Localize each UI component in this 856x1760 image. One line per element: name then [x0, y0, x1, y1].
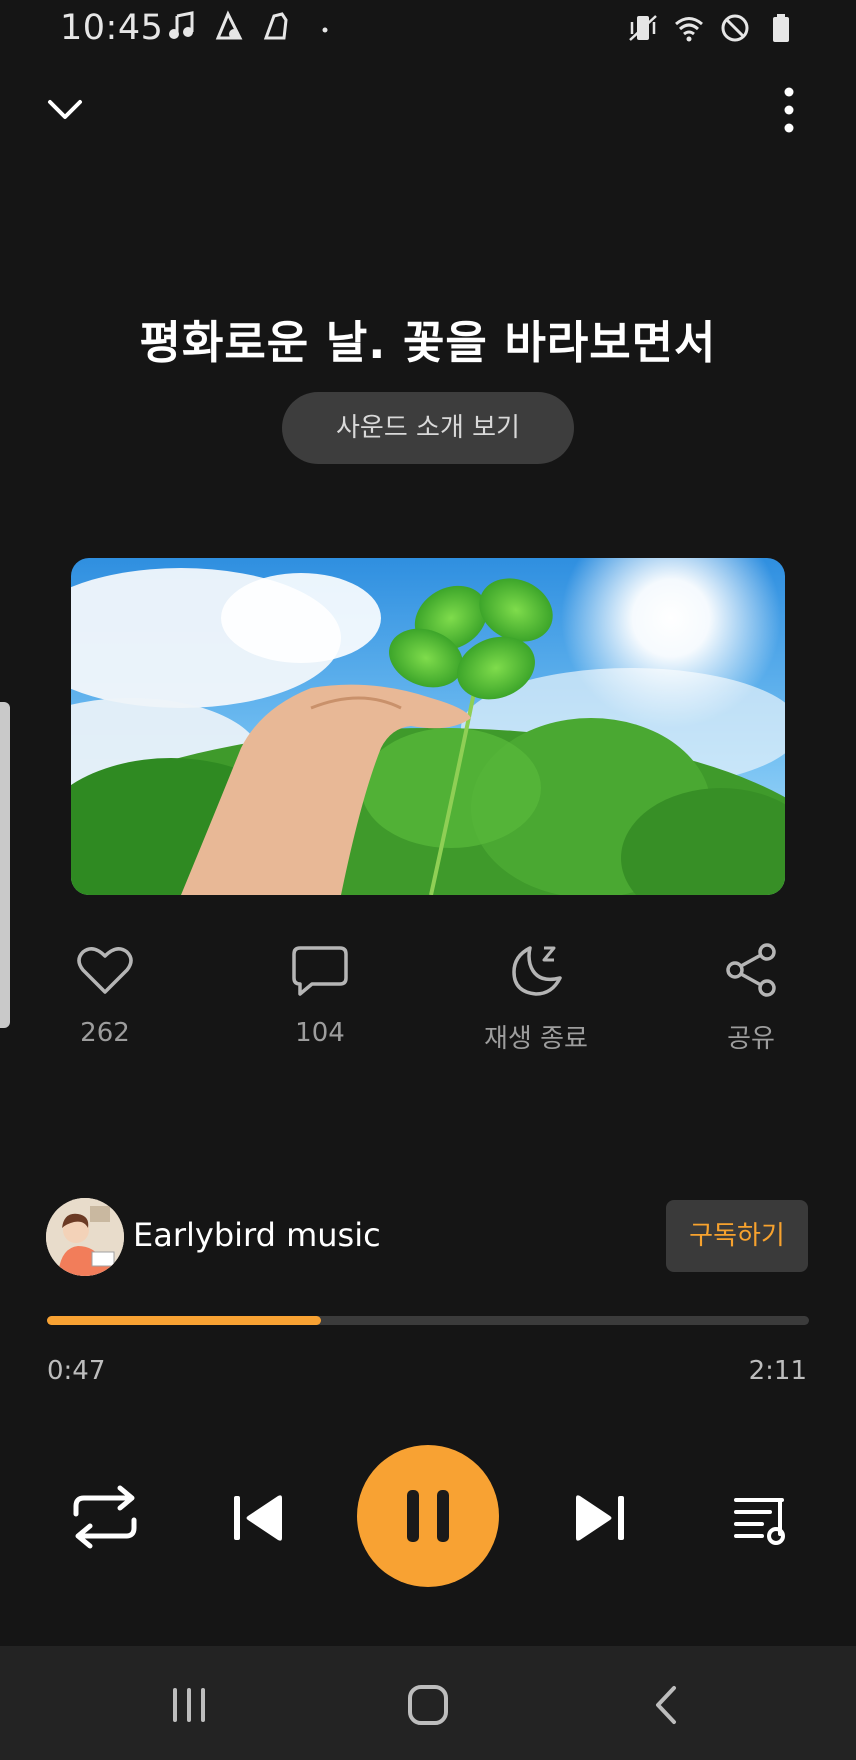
- pause-button[interactable]: [357, 1445, 499, 1587]
- action-row: 262 104 재생 종료 공유: [0, 940, 856, 1060]
- comment-button[interactable]: 104: [235, 940, 405, 1048]
- heart-icon: [77, 947, 133, 994]
- sleep-timer-button[interactable]: 재생 종료: [451, 940, 621, 1055]
- more-dot-icon: [322, 27, 328, 33]
- progress-bar[interactable]: [47, 1316, 809, 1325]
- status-icons-right: [628, 12, 796, 44]
- status-bar: 10:45: [0, 0, 856, 58]
- share-button[interactable]: 공유: [666, 940, 836, 1055]
- battery-icon: [773, 14, 789, 42]
- status-icons-left: [166, 10, 340, 42]
- edge-panel-handle[interactable]: [0, 702, 10, 1028]
- comment-icon: [292, 946, 348, 996]
- channel-avatar[interactable]: [46, 1198, 124, 1276]
- track-title: 평화로운 날. 꽃을 바라보면서: [139, 316, 717, 369]
- current-time: 0:47: [47, 1356, 106, 1386]
- back-icon[interactable]: [642, 1680, 692, 1730]
- repeat-icon[interactable]: [60, 1484, 150, 1550]
- progress-fill: [47, 1316, 322, 1325]
- track-artwork: [71, 558, 785, 895]
- moon-sleep-icon: [512, 946, 562, 996]
- channel-name[interactable]: Earlybird music: [133, 1216, 381, 1254]
- notification-icon: [215, 10, 243, 40]
- subscribe-button[interactable]: 구독하기: [666, 1200, 808, 1272]
- recent-apps-icon[interactable]: [164, 1680, 214, 1730]
- sleep-timer-label: 재생 종료: [484, 1024, 588, 1054]
- like-button[interactable]: 262: [20, 940, 190, 1048]
- collapse-chevron-down-icon[interactable]: [44, 88, 86, 130]
- more-options-icon[interactable]: [774, 84, 804, 136]
- status-time: 10:45: [60, 8, 164, 48]
- playlist-queue-icon[interactable]: [732, 1488, 792, 1548]
- pause-icon: [407, 1490, 449, 1542]
- wifi-icon: [675, 17, 703, 42]
- channel-row: Earlybird music 구독하기: [46, 1196, 810, 1276]
- home-icon[interactable]: [403, 1680, 453, 1730]
- navigation-bar: [0, 1646, 856, 1760]
- previous-track-icon[interactable]: [228, 1488, 288, 1548]
- share-icon: [726, 943, 776, 997]
- vibrate-icon: [629, 15, 657, 41]
- comment-count: 104: [295, 1018, 345, 1048]
- next-track-icon[interactable]: [570, 1488, 630, 1548]
- do-not-disturb-icon: [721, 14, 749, 42]
- total-time: 2:11: [748, 1356, 807, 1386]
- sound-intro-button[interactable]: 사운드 소개 보기: [282, 392, 574, 464]
- notification-icon: [263, 12, 288, 40]
- like-count: 262: [80, 1018, 130, 1048]
- music-note-icon: [169, 11, 194, 39]
- share-label: 공유: [727, 1024, 775, 1054]
